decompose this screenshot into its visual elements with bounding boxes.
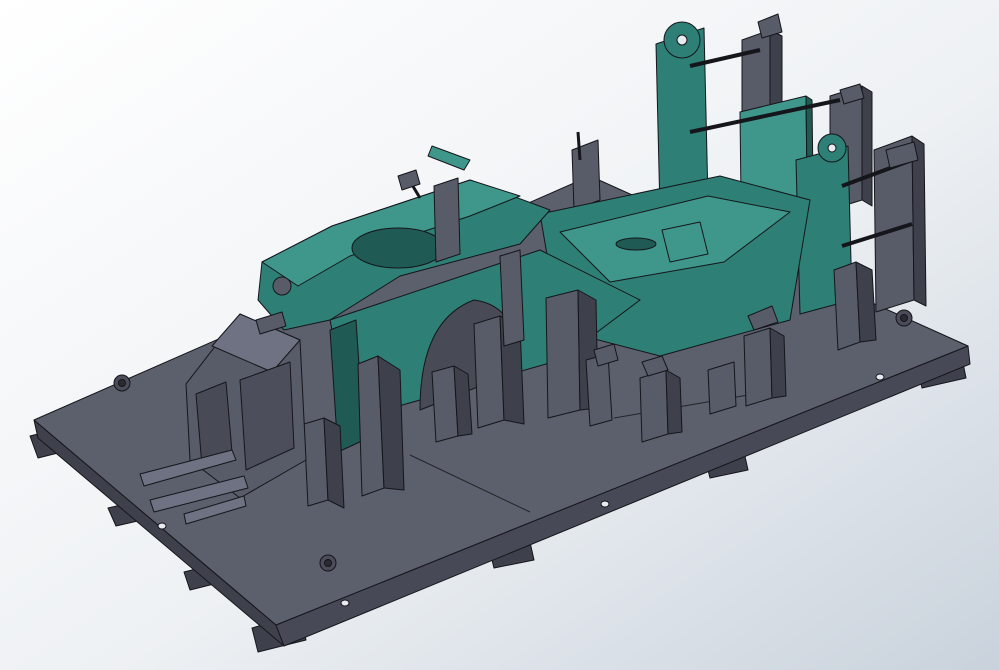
support-tower — [545, 289, 581, 419]
support-tower-side — [769, 327, 787, 399]
rear-column — [571, 139, 601, 211]
plate-edge-hole — [600, 500, 610, 508]
support-tower-side — [665, 369, 683, 435]
frame-arm-opening — [351, 227, 445, 269]
pivot-hole — [676, 34, 688, 46]
support-tower — [639, 369, 669, 443]
assembly-model-view[interactable] — [0, 0, 999, 670]
plate-edge-hole — [340, 599, 350, 607]
plate-edge-hole — [875, 373, 885, 381]
lifting-eye — [900, 314, 908, 322]
support-tower — [433, 177, 461, 263]
rear-column-side — [861, 85, 873, 207]
support-tower — [431, 365, 459, 443]
clamp-rod — [576, 131, 582, 161]
plate-edge-hole — [157, 522, 167, 530]
support-tower — [473, 315, 505, 429]
support-tower — [833, 261, 861, 351]
support-tower — [707, 361, 737, 415]
lifting-eye — [324, 559, 332, 567]
frame-slot — [615, 237, 657, 251]
pivot-hole — [827, 143, 837, 153]
support-tower — [743, 327, 773, 407]
lifting-eye — [118, 379, 126, 387]
support-tower — [499, 249, 525, 347]
frame-boss — [272, 276, 292, 296]
cad-viewport[interactable] — [0, 0, 999, 670]
